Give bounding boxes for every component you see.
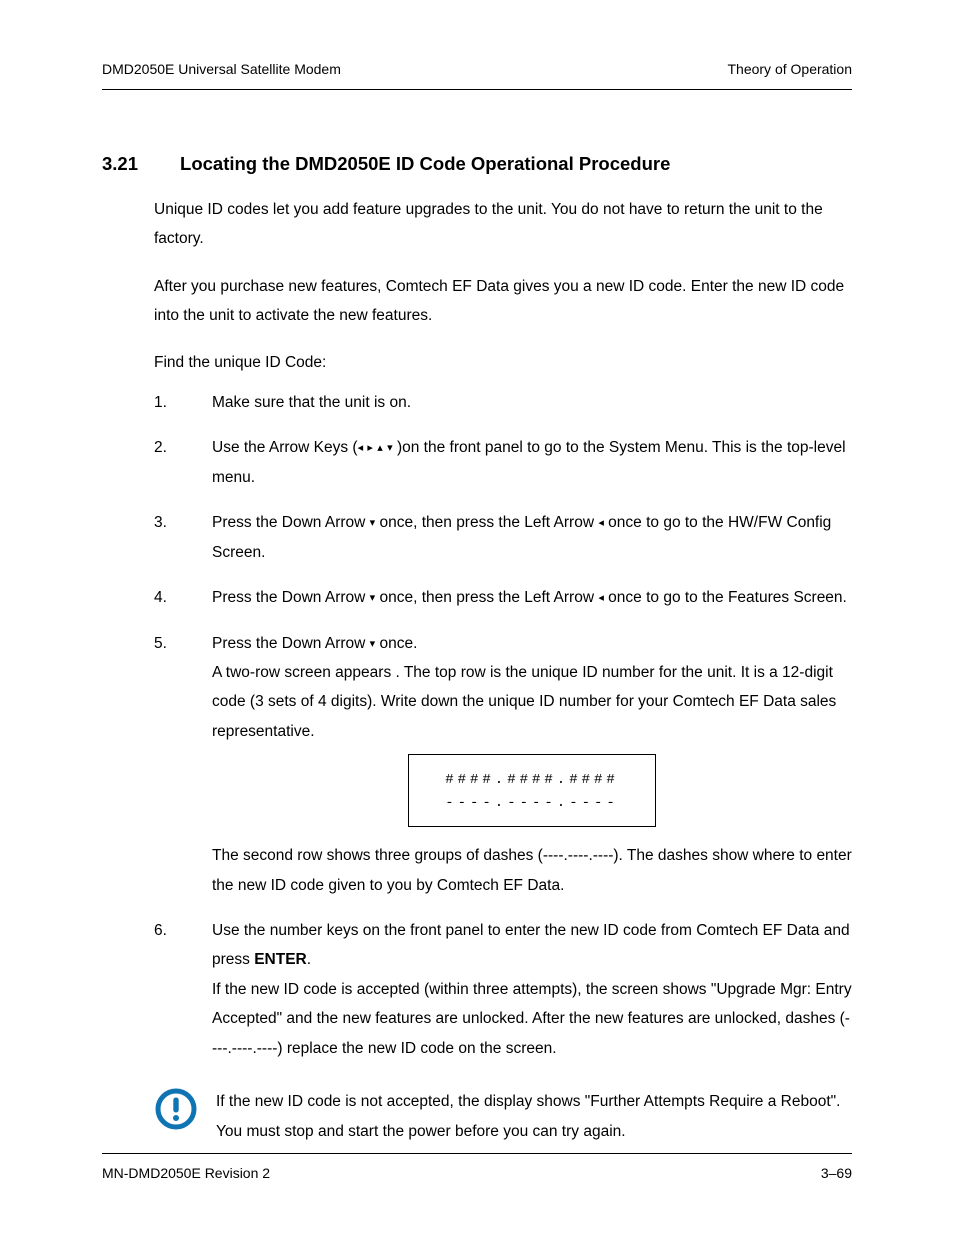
step-4: 4. Press the Down Arrow ▾ once, then pre…	[154, 583, 852, 612]
step-3: 3. Press the Down Arrow ▾ once, then pre…	[154, 508, 852, 567]
step-number: 1.	[154, 388, 212, 417]
arrow-down-icon: ▾	[387, 438, 393, 459]
header-rule	[102, 89, 852, 90]
step-text: Press the Down Arrow ▾ once. A two-row s…	[212, 629, 852, 900]
header-left: DMD2050E Universal Satellite Modem	[102, 56, 341, 83]
arrow-up-icon: ▴	[377, 438, 383, 459]
step-number: 4.	[154, 583, 212, 612]
step-text: Use the number keys on the front panel t…	[212, 916, 852, 1063]
procedure-list: 1. Make sure that the unit is on. 2. Use…	[154, 388, 852, 1063]
intro-para-1: Unique ID codes let you add feature upgr…	[154, 195, 852, 254]
intro-para-3: Find the unique ID Code:	[154, 348, 852, 377]
section-heading: 3.21 Locating the DMD2050E ID Code Opera…	[102, 146, 852, 181]
footer-right: 3–69	[821, 1160, 852, 1187]
step-5: 5. Press the Down Arrow ▾ once. A two-ro…	[154, 629, 852, 900]
step-number: 2.	[154, 433, 212, 492]
running-header: DMD2050E Universal Satellite Modem Theor…	[102, 56, 852, 83]
step-number: 3.	[154, 508, 212, 567]
header-right: Theory of Operation	[727, 56, 852, 83]
important-note: If the new ID code is not accepted, the …	[154, 1087, 852, 1146]
arrow-left-icon: ◂	[358, 438, 364, 459]
step-number: 6.	[154, 916, 212, 1063]
body: Unique ID codes let you add feature upgr…	[154, 195, 852, 1063]
step-2: 2. Use the Arrow Keys (◂ ▸ ▴ ▾ )on the f…	[154, 433, 852, 492]
intro-para-2: After you purchase new features, Comtech…	[154, 272, 852, 331]
lcd-line-2: ----.----.----	[409, 792, 655, 814]
footer-left: MN-DMD2050E Revision 2	[102, 1160, 270, 1187]
step-text: Use the Arrow Keys (◂ ▸ ▴ ▾ )on the fron…	[212, 433, 852, 492]
section-number: 3.21	[102, 146, 138, 181]
step-6: 6. Use the number keys on the front pane…	[154, 916, 852, 1063]
note-text: If the new ID code is not accepted, the …	[216, 1087, 852, 1146]
step-text: Make sure that the unit is on.	[212, 388, 852, 417]
step-number: 5.	[154, 629, 212, 900]
lcd-display-box: ####.####.#### ----.----.----	[408, 754, 656, 827]
footer-rule	[102, 1153, 852, 1154]
page-footer: MN-DMD2050E Revision 2 3–69	[102, 1153, 852, 1187]
step-text: Press the Down Arrow ▾ once, then press …	[212, 583, 852, 612]
arrow-right-icon: ▸	[367, 438, 373, 459]
lcd-line-1: ####.####.####	[409, 769, 655, 791]
enter-key-label: ENTER	[254, 951, 307, 968]
section-title: Locating the DMD2050E ID Code Operationa…	[180, 146, 670, 181]
step-1: 1. Make sure that the unit is on.	[154, 388, 852, 417]
important-icon	[154, 1087, 198, 1131]
step-text: Press the Down Arrow ▾ once, then press …	[212, 508, 852, 567]
